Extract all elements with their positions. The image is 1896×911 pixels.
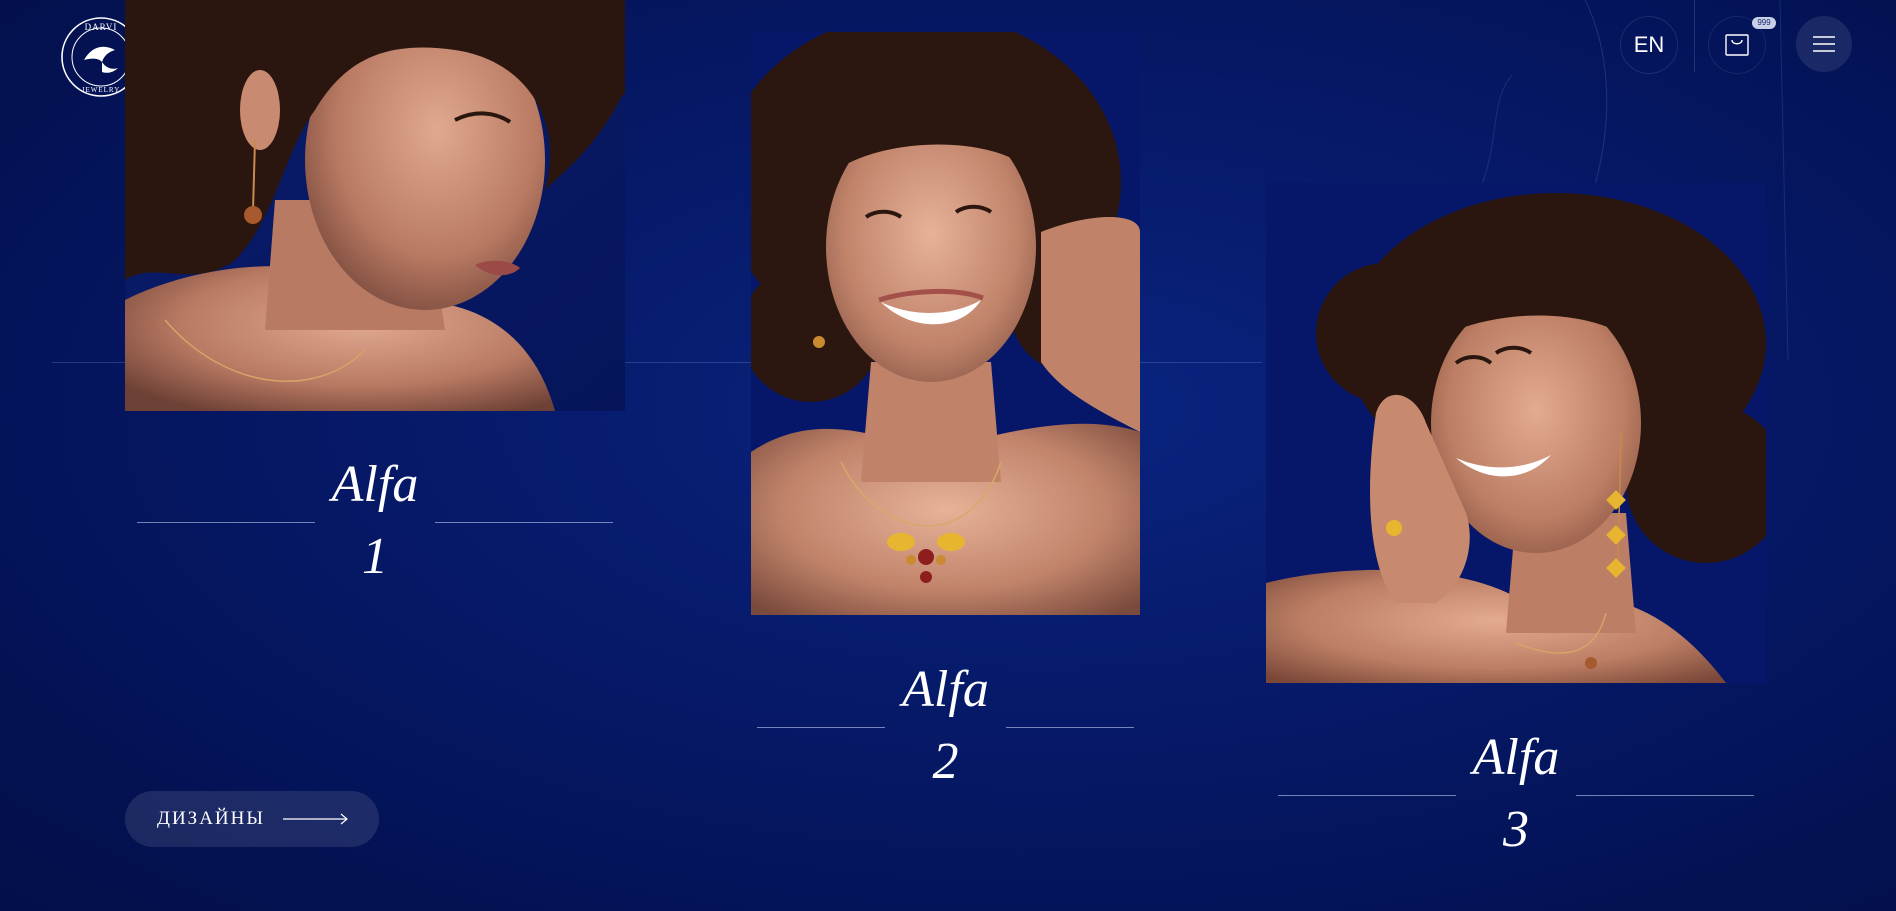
caption-rule-left xyxy=(1278,795,1456,796)
language-label: EN xyxy=(1633,32,1665,57)
product-number: 2 xyxy=(932,733,959,790)
product-photo-2[interactable] xyxy=(751,32,1140,615)
shopping-bag-icon xyxy=(1725,34,1749,56)
caption-rule-right xyxy=(435,522,613,523)
product-name: Alfa xyxy=(902,661,989,718)
product-number: 1 xyxy=(362,528,388,585)
cart-count-badge: 999 xyxy=(1752,17,1776,29)
arrow-right-icon xyxy=(282,813,348,825)
caption-rule-left xyxy=(137,522,315,523)
caption-rule-right xyxy=(1006,727,1134,728)
product-name: Alfa xyxy=(331,456,419,513)
product-caption-2[interactable]: Alfa 2 xyxy=(751,660,1140,800)
language-switch-button[interactable]: EN xyxy=(1620,16,1678,74)
product-number: 3 xyxy=(1503,801,1529,858)
designs-button-label: ДИЗАЙНЫ xyxy=(157,808,265,829)
menu-button[interactable] xyxy=(1796,16,1852,72)
designs-button[interactable]: ДИЗАЙНЫ xyxy=(125,791,379,847)
product-photo-1[interactable] xyxy=(125,0,625,411)
header-divider xyxy=(1694,0,1695,72)
hamburger-menu-icon xyxy=(1813,36,1835,52)
product-caption-3[interactable]: Alfa 3 xyxy=(1266,728,1766,868)
product-photo-3[interactable] xyxy=(1266,183,1766,683)
product-caption-1[interactable]: Alfa 1 xyxy=(125,455,625,595)
svg-text:JEWELRY: JEWELRY xyxy=(82,86,121,94)
caption-rule-right xyxy=(1576,795,1754,796)
product-name: Alfa xyxy=(1472,729,1560,786)
svg-text:DARVI: DARVI xyxy=(85,22,118,32)
caption-rule-left xyxy=(757,727,885,728)
